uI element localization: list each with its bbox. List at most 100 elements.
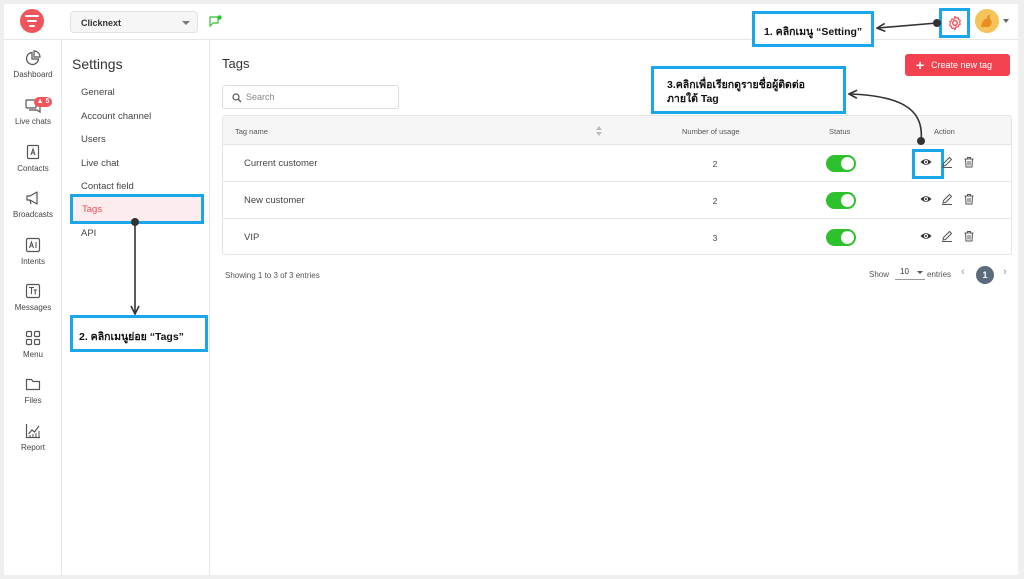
plus-icon: + [916, 57, 925, 73]
create-new-tag-label: Create new tag [931, 60, 993, 70]
workspace-name: Clicknext [81, 18, 122, 28]
chevron-down-icon [182, 21, 190, 25]
settings-item-tags[interactable]: Tags [70, 194, 204, 224]
page-size-value: 10 [900, 267, 909, 276]
nav-item-files[interactable]: Files [4, 376, 62, 416]
avatar[interactable] [975, 9, 999, 33]
table-header: Tag name Number of usage Status Action [223, 116, 1011, 145]
ai-box-icon [25, 237, 41, 253]
app-window: Clicknext Dashboard ▲ 5 Live chats Conta… [4, 4, 1018, 575]
annotation-step-3: 3.คลิกเพื่อเรียกดูรายชื่อผู้ติดต่อ ภายใต… [651, 66, 846, 114]
search-input[interactable] [246, 91, 386, 103]
toggle-knob [841, 157, 854, 170]
table-row: VIP 3 [223, 219, 1011, 254]
nav-item-dashboard[interactable]: Dashboard [4, 50, 62, 90]
tag-usage: 3 [712, 233, 718, 243]
grid-icon [25, 330, 41, 346]
table-row: New customer 2 [223, 182, 1011, 219]
annotation-step-3-line-2: ภายใต้ Tag [667, 93, 719, 105]
sort-icon[interactable] [595, 125, 603, 137]
contact-card-icon [26, 144, 40, 160]
avatar-chevron-down-icon[interactable] [1003, 19, 1009, 23]
table-row: Current customer 2 [223, 145, 1011, 182]
settings-item-account-channel[interactable]: Account channel [81, 111, 151, 122]
tag-name: New customer [244, 195, 305, 206]
eye-icon[interactable] [920, 193, 932, 205]
nav-label: Report [20, 443, 45, 452]
status-toggle[interactable] [826, 155, 856, 172]
search-icon [232, 93, 242, 103]
chevron-down-icon [917, 271, 923, 274]
annotation-step-3-line-1: 3.คลิกเพื่อเรียกดูรายชื่อผู้ติดต่อ [667, 79, 805, 91]
trash-icon[interactable] [963, 230, 975, 242]
edit-pencil-icon[interactable] [941, 230, 953, 242]
left-nav: Dashboard ▲ 5 Live chats Contacts Broadc… [4, 40, 62, 575]
nav-item-contacts[interactable]: Contacts [4, 144, 62, 184]
megaphone-icon [26, 191, 38, 205]
eye-icon[interactable] [920, 156, 932, 168]
settings-item-general[interactable]: General [81, 87, 115, 98]
pagination-current-page[interactable]: 1 [976, 266, 994, 284]
nav-label: Contacts [17, 164, 49, 173]
annotation-step-1-text: 1. คลิกเมนู “Setting” [764, 26, 863, 38]
settings-title: Settings [72, 56, 123, 72]
tag-name: VIP [244, 232, 260, 243]
edit-pencil-icon[interactable] [941, 193, 953, 205]
annotation-step-1: 1. คลิกเมนู “Setting” [752, 11, 874, 47]
nav-item-messages[interactable]: Messages [4, 283, 62, 323]
status-toggle[interactable] [826, 192, 856, 209]
trash-icon[interactable] [963, 156, 975, 168]
create-new-tag-button[interactable]: + Create new tag [905, 54, 1010, 76]
status-toggle[interactable] [826, 229, 856, 246]
search-box [222, 85, 399, 109]
chat-status-icon[interactable] [209, 15, 222, 27]
tags-table: Tag name Number of usage Status Action C… [222, 115, 1012, 255]
nav-label: Messages [14, 303, 52, 312]
toggle-knob [841, 194, 854, 207]
nav-label: Menu [22, 350, 43, 359]
gear-icon [949, 15, 961, 31]
edit-pencil-icon[interactable] [941, 156, 953, 168]
chevron-left-icon[interactable]: ‹ [961, 266, 965, 278]
trash-icon[interactable] [963, 193, 975, 205]
annotation-step-2-text: 2. คลิกเมนูย่อย “Tags” [79, 331, 184, 343]
nav-item-broadcasts[interactable]: Broadcasts [4, 190, 62, 230]
settings-gear-button[interactable] [939, 8, 970, 38]
settings-item-users[interactable]: Users [81, 134, 106, 145]
settings-item-contact-field[interactable]: Contact field [81, 181, 134, 192]
settings-item-api[interactable]: API [81, 228, 96, 239]
column-header-number-of-usage: Number of usage [682, 127, 740, 136]
nav-label: Dashboard [13, 70, 53, 79]
toggle-knob [841, 231, 854, 244]
nav-item-report[interactable]: Report [4, 423, 62, 463]
settings-item-live-chat[interactable]: Live chat [81, 158, 119, 169]
folder-icon [25, 378, 41, 391]
live-chats-badge: ▲ 5 [34, 97, 52, 107]
nav-item-intents[interactable]: Intents [4, 237, 62, 277]
workspace-selector[interactable]: Clicknext [70, 11, 198, 33]
tag-usage: 2 [712, 196, 718, 206]
app-logo[interactable] [20, 9, 44, 33]
tag-usage: 2 [712, 159, 718, 169]
entries-info: Showing 1 to 3 of 3 entries [225, 271, 320, 280]
pie-chart-icon [25, 50, 41, 66]
page-size-select[interactable]: 10 [895, 267, 925, 280]
nav-item-live-chats[interactable]: ▲ 5 Live chats [4, 97, 62, 137]
settings-menu: Settings General Account channel Users L… [62, 40, 210, 575]
nav-item-menu[interactable]: Menu [4, 330, 62, 370]
entries-label: entries [927, 270, 952, 279]
column-header-action: Action [934, 127, 955, 136]
nav-label: Files [24, 396, 42, 405]
show-label: Show [869, 270, 890, 279]
annotation-step-2: 2. คลิกเมนูย่อย “Tags” [70, 315, 208, 352]
page-title: Tags [222, 56, 250, 71]
column-header-tag-name[interactable]: Tag name [235, 127, 268, 136]
live-chats-badge-count: 5 [45, 98, 50, 105]
main-content: Tags + Create new tag Tag name Number of… [211, 40, 1018, 575]
settings-item-tags-label: Tags [82, 204, 103, 215]
eye-icon[interactable] [920, 230, 932, 242]
chevron-right-icon[interactable]: › [1003, 266, 1007, 278]
nav-label: Broadcasts [12, 210, 54, 219]
tag-name: Current customer [244, 158, 318, 169]
column-header-status: Status [829, 127, 851, 136]
